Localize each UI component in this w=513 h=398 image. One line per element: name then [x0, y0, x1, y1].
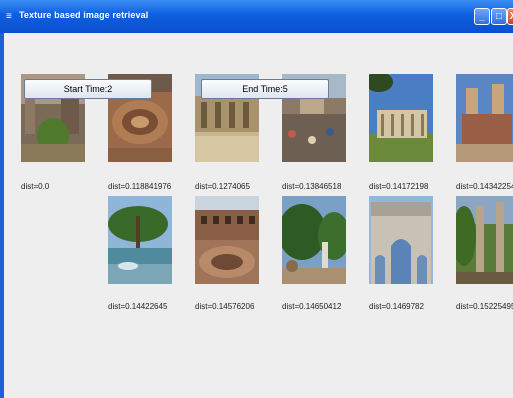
end-time-button[interactable]: End Time:5 [201, 79, 329, 99]
minimize-icon: _ [479, 11, 485, 22]
distance-label: dist=0.14650412 [282, 302, 342, 311]
distance-label: dist=0.14576206 [195, 302, 255, 311]
window-title: Texture based image retrieval [19, 10, 149, 20]
result-thumbnail[interactable] [195, 196, 259, 284]
minimize-button[interactable]: _ [474, 8, 490, 25]
distance-label: dist=0.14422645 [108, 302, 168, 311]
distance-label: dist=0.14342254 [456, 182, 513, 191]
result-thumbnail[interactable] [456, 196, 513, 284]
distance-label: dist=0.1274065 [195, 182, 250, 191]
result-thumbnail[interactable] [456, 74, 513, 162]
title-bar[interactable]: ≡ Texture based image retrieval _ □ X [0, 0, 513, 33]
result-thumbnail[interactable] [369, 196, 433, 284]
distance-label: dist=0.1469782 [369, 302, 424, 311]
result-thumbnail[interactable] [369, 74, 433, 162]
distance-label: dist=0.0 [21, 182, 50, 191]
close-icon: X [509, 11, 513, 22]
start-time-button[interactable]: Start Time:2 [24, 79, 152, 99]
app-icon: ≡ [6, 11, 12, 22]
app-window: ≡ Texture based image retrieval _ □ X St… [0, 0, 513, 398]
distance-label: dist=0.13846518 [282, 182, 342, 191]
distance-label: dist=0.15225495 [456, 302, 513, 311]
maximize-button[interactable]: □ [491, 8, 507, 25]
distance-label: dist=0.118841976 [108, 182, 172, 191]
result-thumbnail[interactable] [108, 196, 172, 284]
result-thumbnail[interactable] [282, 196, 346, 284]
close-button[interactable]: X [507, 8, 513, 25]
distance-label: dist=0.14172198 [369, 182, 429, 191]
maximize-icon: □ [495, 11, 503, 22]
